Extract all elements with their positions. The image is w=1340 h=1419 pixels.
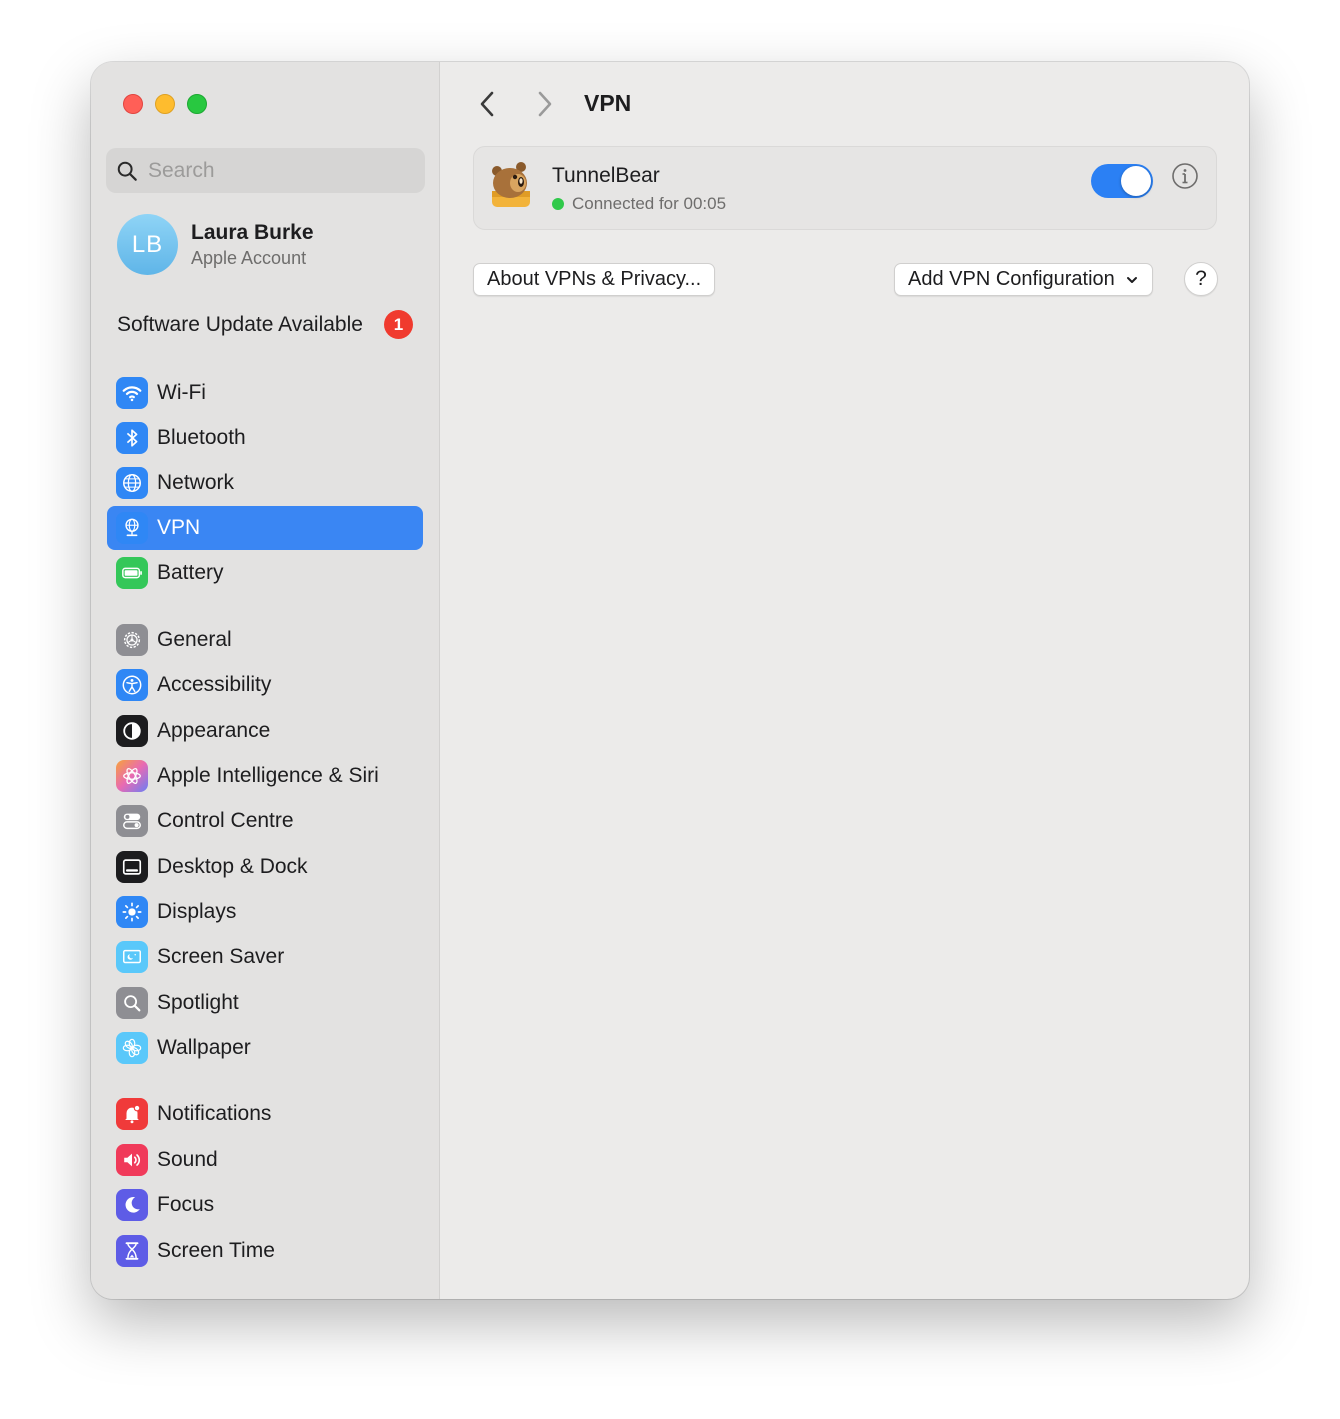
sidebar-item-label: Spotlight: [157, 991, 239, 1014]
forward-arrow-icon[interactable]: [533, 88, 557, 120]
sidebar-item-network[interactable]: Network: [107, 461, 423, 505]
sidebar-item-screen-saver[interactable]: Screen Saver: [107, 935, 423, 979]
close-button[interactable]: [123, 94, 143, 114]
info-icon[interactable]: [1171, 162, 1199, 190]
search-input[interactable]: [148, 158, 408, 183]
vpn-status-text: Connected for 00:05: [572, 194, 727, 213]
magnifier-icon: [116, 987, 148, 1019]
screen-saver-icon: [116, 941, 148, 973]
sidebar-item-label: Notifications: [157, 1102, 272, 1125]
dock-icon: [116, 851, 148, 883]
account-name: Laura Burke: [191, 220, 314, 244]
minimize-button[interactable]: [155, 94, 175, 114]
help-button[interactable]: ?: [1184, 262, 1218, 296]
sidebar-item-label: Displays: [157, 900, 237, 923]
system-settings-window: LB Laura Burke Apple Account Software Up…: [91, 62, 1249, 1299]
history-navigation: [475, 88, 557, 120]
sidebar-item-label: Apple Intelligence & Siri: [157, 764, 379, 787]
software-update-item[interactable]: Software Update Available 1: [117, 310, 413, 339]
vpn-connection-card: TunnelBear Connected for 00:05: [473, 146, 1217, 230]
add-vpn-configuration-button[interactable]: Add VPN Configuration: [894, 263, 1153, 296]
sidebar-item-vpn[interactable]: VPN: [107, 506, 423, 550]
apple-account[interactable]: LB Laura Burke Apple Account: [117, 214, 314, 275]
sidebar-item-label: Screen Saver: [157, 945, 285, 968]
main-content: VPN TunnelBear Connected for 00:05 About…: [441, 62, 1249, 1299]
wifi-icon: [116, 377, 148, 409]
back-arrow-icon[interactable]: [475, 88, 499, 120]
sidebar-item-sound[interactable]: Sound: [107, 1138, 423, 1182]
sidebar-item-label: Sound: [157, 1148, 218, 1171]
vpn-status: Connected for 00:05: [552, 194, 726, 214]
sidebar-item-label: Focus: [157, 1193, 215, 1216]
moon-icon: [116, 1189, 148, 1221]
sidebar-item-wallpaper[interactable]: Wallpaper: [107, 1026, 423, 1070]
vpn-globe-icon: [116, 512, 148, 544]
sidebar-item-focus[interactable]: Focus: [107, 1183, 423, 1227]
page-title: VPN: [584, 90, 632, 116]
software-update-label: Software Update Available: [117, 312, 363, 336]
sidebar-item-label: Battery: [157, 561, 224, 584]
sidebar-item-spotlight[interactable]: Spotlight: [107, 981, 423, 1025]
search-field[interactable]: [106, 148, 425, 193]
add-vpn-label: Add VPN Configuration: [908, 268, 1115, 290]
about-vpns-privacy-button[interactable]: About VPNs & Privacy...: [473, 263, 716, 296]
sidebar-item-label: Desktop & Dock: [157, 855, 308, 878]
connected-status-dot: [552, 198, 564, 210]
appearance-icon: [116, 715, 148, 747]
zoom-button[interactable]: [187, 94, 207, 114]
sidebar-item-label: General: [157, 628, 232, 651]
sidebar-item-screen-time[interactable]: Screen Time: [107, 1229, 423, 1273]
traffic-lights: [123, 94, 207, 114]
sidebar-item-notifications[interactable]: Notifications: [107, 1092, 423, 1136]
bluetooth-icon: [116, 422, 148, 454]
sidebar-item-label: Accessibility: [157, 673, 272, 696]
avatar: LB: [117, 214, 178, 275]
sidebar-item-battery[interactable]: Battery: [107, 551, 423, 595]
vpn-name: TunnelBear: [552, 164, 660, 187]
battery-icon: [116, 557, 148, 589]
tunnelbear-icon: [492, 162, 530, 207]
sidebar-item-label: VPN: [157, 516, 201, 539]
sidebar-item-general[interactable]: General: [107, 618, 423, 662]
sidebar-item-label: Screen Time: [157, 1239, 275, 1262]
sidebar-item-label: Wallpaper: [157, 1036, 251, 1059]
sidebar-item-control-centre[interactable]: Control Centre: [107, 799, 423, 843]
sidebar-item-label: Appearance: [157, 719, 271, 742]
search-icon: [117, 161, 137, 181]
gear-icon: [116, 624, 148, 656]
accessibility-icon: [116, 669, 148, 701]
bell-icon: [116, 1098, 148, 1130]
sidebar-item-desktop-dock[interactable]: Desktop & Dock: [107, 845, 423, 889]
siri-icon: [116, 760, 148, 792]
account-subtitle: Apple Account: [191, 247, 307, 268]
sidebar-item-bluetooth[interactable]: Bluetooth: [107, 416, 423, 460]
sidebar-item-label: Bluetooth: [157, 426, 246, 449]
update-badge: 1: [384, 310, 413, 339]
hourglass-icon: [116, 1235, 148, 1267]
sun-icon: [116, 896, 148, 928]
speaker-icon: [116, 1144, 148, 1176]
vpn-toggle[interactable]: [1091, 164, 1153, 198]
toggle-knob: [1121, 166, 1151, 196]
sidebar-item-label: Wi-Fi: [157, 381, 206, 404]
sidebar-item-label: Control Centre: [157, 809, 294, 832]
control-centre-icon: [116, 805, 148, 837]
sidebar-item-wifi[interactable]: Wi-Fi: [107, 371, 423, 415]
sidebar: LB Laura Burke Apple Account Software Up…: [91, 62, 440, 1299]
sidebar-item-displays[interactable]: Displays: [107, 890, 423, 934]
sidebar-item-accessibility[interactable]: Accessibility: [107, 663, 423, 707]
sidebar-item-appearance[interactable]: Appearance: [107, 709, 423, 753]
sidebar-item-label: Network: [157, 471, 235, 494]
globe-icon: [116, 467, 148, 499]
flower-icon: [116, 1032, 148, 1064]
sidebar-item-apple-intelligence[interactable]: Apple Intelligence & Siri: [107, 754, 423, 798]
chevron-down-icon: [1126, 276, 1137, 283]
